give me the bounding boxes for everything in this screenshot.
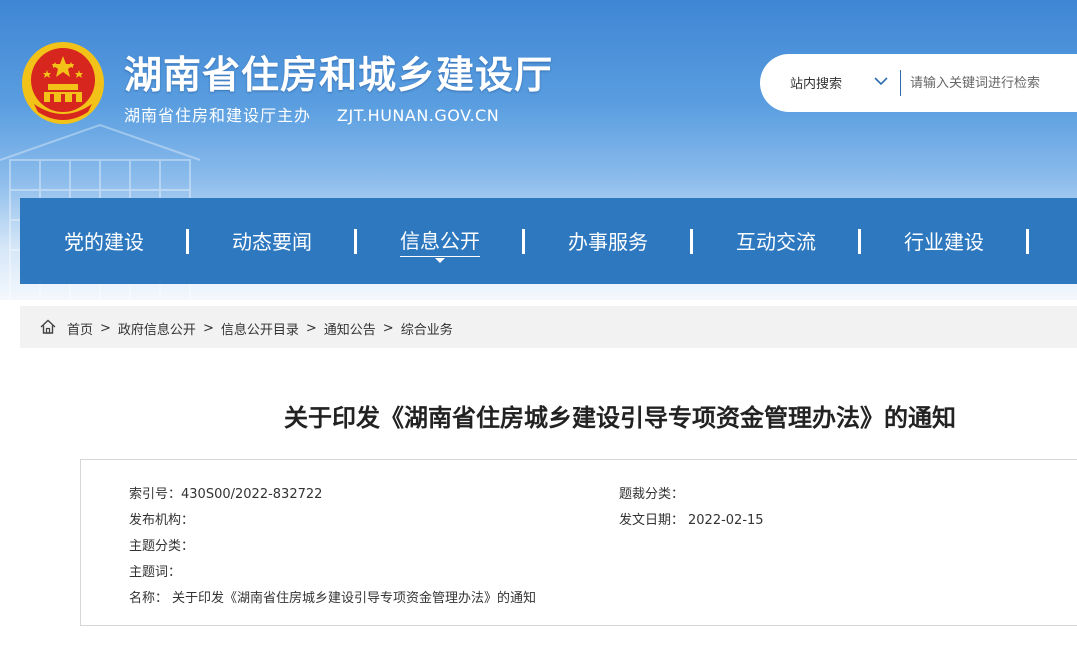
meta-value: 430S00/2022-832722 [181,487,323,502]
meta-value: 2022-02-15 [688,513,764,528]
national-emblem-icon [22,42,104,124]
nav-label: 行业建设 [904,229,984,254]
breadcrumb-general-business[interactable]: 综合业务 [401,319,453,338]
meta-label: 发布机构： [129,513,195,528]
meta-publish-date: 发文日期： 2022-02-15 [619,509,764,528]
search-scope-select[interactable]: 站内搜索 [790,73,842,92]
meta-value: 关于印发《湖南省住房城乡建设引导专项资金管理办法》的通知 [172,591,537,606]
nav-separator [1026,229,1029,254]
meta-topic: 主题分类： [129,535,198,554]
meta-genre: 题裁分类： [619,483,688,502]
home-icon[interactable] [40,319,56,334]
meta-label: 题裁分类： [619,487,685,502]
nav-item-interaction[interactable]: 互动交流 [692,198,860,284]
breadcrumb-separator: > [305,321,317,336]
sponsor-text: 湖南省住房和建设厅主办 [124,106,312,125]
meta-index-number: 索引号：430S00/2022-832722 [129,483,322,502]
site-domain: ZJT.HUNAN.GOV.CN [337,106,500,125]
breadcrumb: 首页 > 政府信息公开 > 信息公开目录 > 通知公告 > 综合业务 [20,306,1077,348]
breadcrumb-separator: > [202,321,214,336]
meta-label: 索引号： [129,487,182,502]
breadcrumb-info-catalog[interactable]: 信息公开目录 [221,319,299,338]
meta-keywords: 主题词： [129,561,185,580]
nav-item-services[interactable]: 办事服务 [524,198,692,284]
meta-publisher: 发布机构： [129,509,198,528]
nav-label: 信息公开 [400,225,480,257]
nav-item-info-disclosure[interactable]: 信息公开 [356,198,524,284]
breadcrumb-notices[interactable]: 通知公告 [324,319,376,338]
nav-label: 互动交流 [736,229,816,254]
nav-item-party-building[interactable]: 党的建设 [20,198,188,284]
breadcrumb-links: 首页 > 政府信息公开 > 信息公开目录 > 通知公告 > 综合业务 [67,319,453,338]
nav-item-news[interactable]: 动态要闻 [188,198,356,284]
main-nav: 党的建设 动态要闻 信息公开 办事服务 互动交流 行业建设 [20,198,1077,284]
breadcrumb-gov-info[interactable]: 政府信息公开 [118,319,196,338]
search-input[interactable] [908,68,1077,98]
breadcrumb-separator: > [100,321,111,336]
active-indicator-caret [435,258,445,263]
meta-label: 主题分类： [129,539,195,554]
meta-label: 主题词： [129,565,182,580]
article-title: 关于印发《湖南省住房城乡建设引导专项资金管理办法》的通知 [284,404,956,432]
nav-label: 办事服务 [568,229,648,254]
nav-label: 党的建设 [64,229,144,254]
nav-label: 动态要闻 [232,229,312,254]
document-metadata: 索引号：430S00/2022-832722 题裁分类： 发布机构： 发文日期：… [80,459,1077,626]
meta-document-name: 名称： 关于印发《湖南省住房城乡建设引导专项资金管理办法》的通知 [129,587,536,606]
site-title: 湖南省住房和城乡建设厅 [124,53,554,97]
chevron-down-icon[interactable] [874,76,888,86]
site-subtitle: 湖南省住房和建设厅主办 ZJT.HUNAN.GOV.CN [124,102,499,126]
meta-label: 发文日期： [619,513,685,528]
search-divider [900,70,901,96]
nav-item-industry[interactable]: 行业建设 [860,198,1028,284]
search-bar: 站内搜索 [760,54,1077,112]
breadcrumb-home[interactable]: 首页 [67,319,93,338]
meta-label: 名称： [129,591,169,606]
breadcrumb-separator: > [382,321,394,336]
